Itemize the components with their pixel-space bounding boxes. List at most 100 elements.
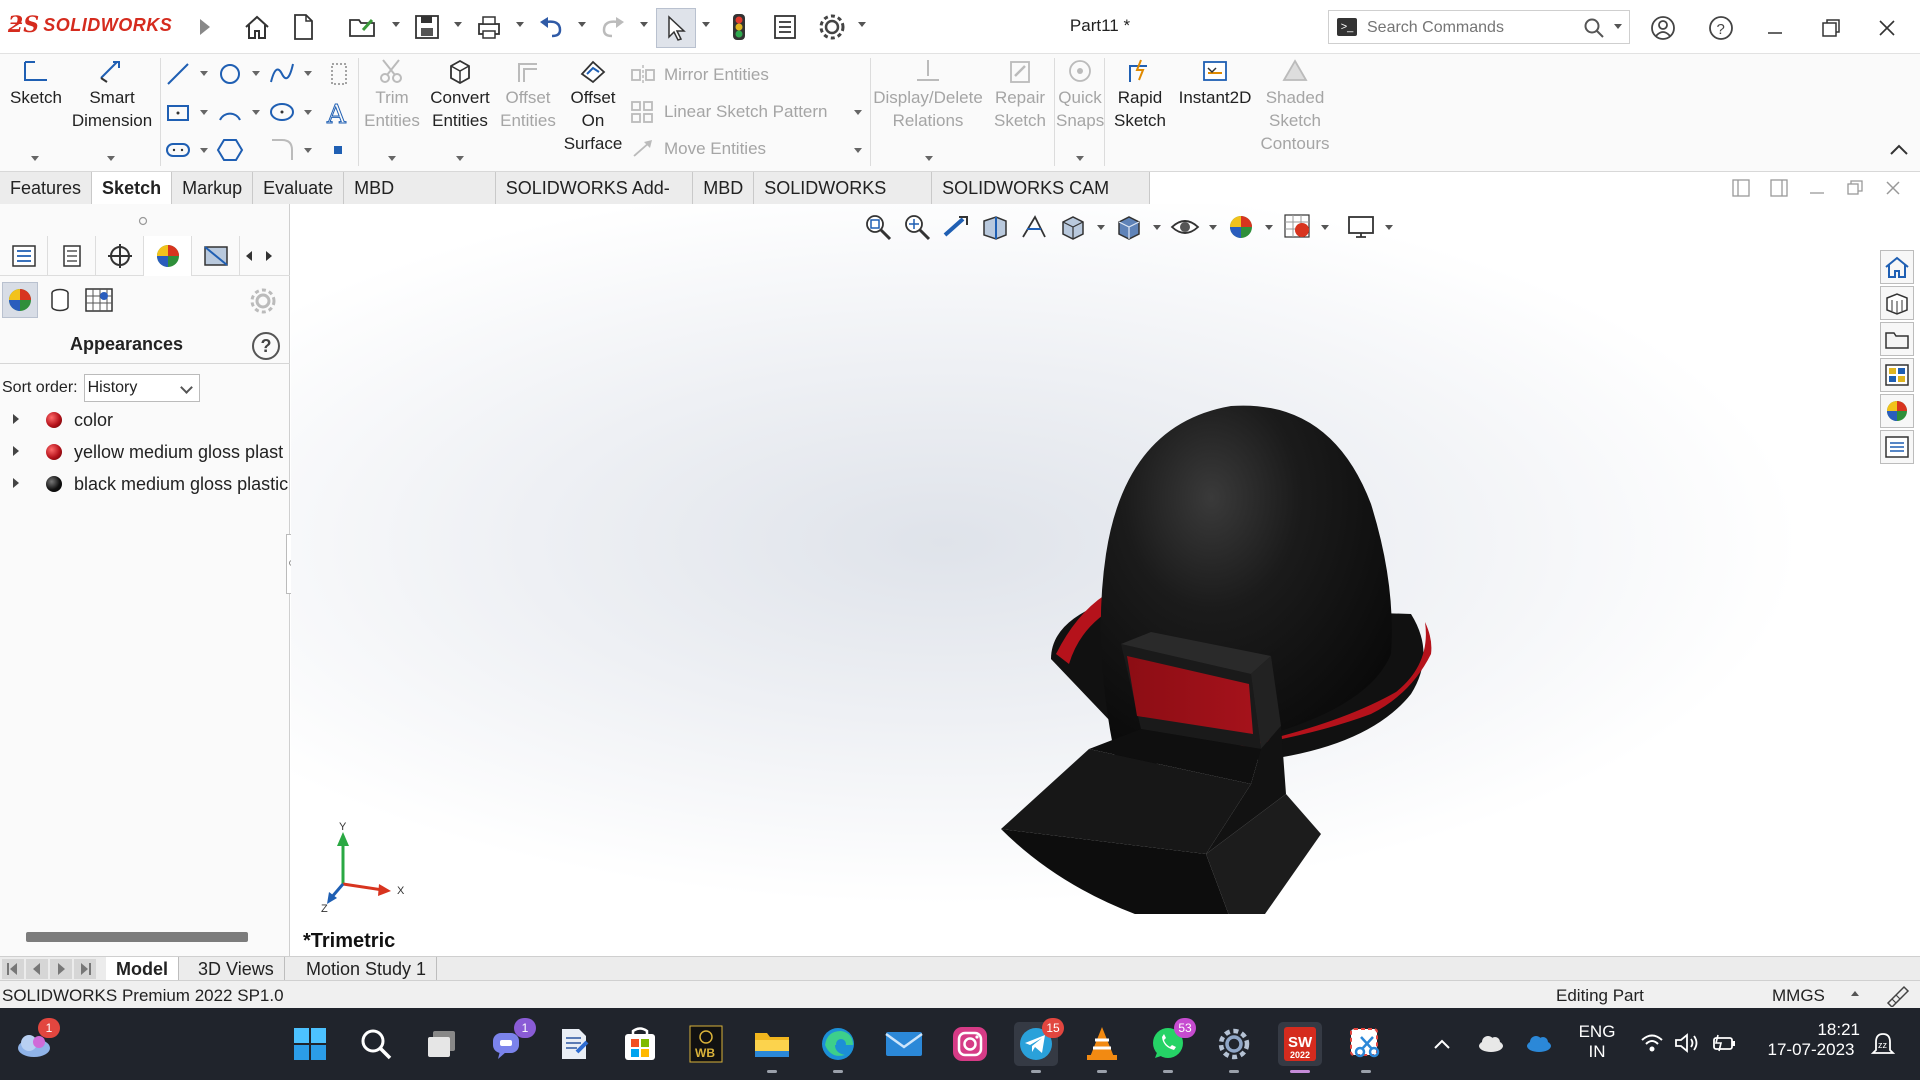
circle-dropdown-caret[interactable] xyxy=(252,71,260,76)
tab-solidworks-cam-tbm[interactable]: SOLIDWORKS CAM TBM xyxy=(932,172,1150,230)
quick-tips-icon[interactable] xyxy=(1884,983,1910,1007)
settings-button[interactable] xyxy=(1212,1022,1256,1073)
scroll-right-icon[interactable] xyxy=(264,250,274,262)
tab-3d-views[interactable]: 3D Views xyxy=(188,957,285,981)
dynamic-annotation-icon[interactable] xyxy=(1019,212,1049,242)
sketch-dropdown-caret[interactable] xyxy=(31,156,39,161)
taskbar-search-button[interactable] xyxy=(354,1022,398,1066)
mirror-entities-button[interactable]: Mirror Entities xyxy=(630,64,769,86)
tab-features[interactable]: Features xyxy=(0,172,93,204)
open-folder-icon[interactable] xyxy=(348,12,378,42)
tab-evaluate[interactable]: Evaluate xyxy=(253,172,345,204)
redo-icon[interactable] xyxy=(598,12,628,42)
solidworks-logo[interactable]: ƻS SOLIDWORKS xyxy=(8,10,172,40)
whatsapp-button[interactable]: 53 xyxy=(1146,1018,1196,1073)
units-caret-icon[interactable] xyxy=(1850,989,1860,999)
scroll-left-icon[interactable] xyxy=(244,250,254,262)
file-properties-icon[interactable] xyxy=(770,12,800,42)
trim-entities-button[interactable]: Trim Entities xyxy=(360,58,424,132)
teams-chat-button[interactable]: 1 xyxy=(486,1018,536,1066)
save-icon[interactable] xyxy=(412,12,442,42)
slot-dropdown-caret[interactable] xyxy=(200,148,208,153)
fillet-icon[interactable] xyxy=(268,136,296,164)
rebuild-icon[interactable] xyxy=(724,12,754,42)
language-indicator[interactable]: ENG IN xyxy=(1576,1022,1618,1062)
appearance-item[interactable]: color xyxy=(0,406,290,434)
custom-properties-icon[interactable] xyxy=(1880,430,1914,464)
slot-icon[interactable] xyxy=(164,136,192,164)
panel-grip-icon[interactable] xyxy=(138,216,148,226)
zoom-to-area-icon[interactable] xyxy=(902,212,932,242)
linear-sketch-pattern-button[interactable]: Linear Sketch Pattern xyxy=(630,100,827,124)
ellipse-dropdown-caret[interactable] xyxy=(304,110,312,115)
tab-sketch[interactable]: Sketch xyxy=(92,172,173,204)
first-tab-icon[interactable] xyxy=(2,959,24,979)
cam-manager-tab[interactable] xyxy=(192,236,240,276)
arc-dropdown-caret[interactable] xyxy=(252,110,260,115)
search-input[interactable] xyxy=(1367,17,1567,39)
home-icon[interactable] xyxy=(242,12,272,42)
undo-icon[interactable] xyxy=(536,12,566,42)
search-icon[interactable] xyxy=(1583,17,1605,39)
relations-dropdown-caret[interactable] xyxy=(925,156,933,161)
microsoft-store-button[interactable] xyxy=(618,1022,662,1066)
line-icon[interactable] xyxy=(164,60,192,88)
expand-arrow-icon[interactable] xyxy=(13,414,19,424)
undo-dropdown-caret[interactable] xyxy=(578,22,586,27)
onedrive-cloud-icon[interactable] xyxy=(1524,1032,1554,1054)
clock[interactable]: 18:21 17-07-2023 xyxy=(1756,1020,1866,1060)
circle-icon[interactable] xyxy=(216,60,244,88)
next-tab-icon[interactable] xyxy=(50,959,72,979)
repair-sketch-button[interactable]: Repair Sketch xyxy=(986,58,1054,132)
tab-solidworks-add-ins[interactable]: SOLIDWORKS Add-Ins xyxy=(495,172,694,230)
help-question-icon[interactable]: ? xyxy=(252,332,280,360)
pattern-dropdown-caret[interactable] xyxy=(854,110,862,115)
feature-manager-tab[interactable] xyxy=(0,236,48,276)
sort-order-select[interactable]: History xyxy=(83,374,200,402)
print-icon[interactable] xyxy=(474,12,504,42)
notepad-button[interactable] xyxy=(552,1022,596,1066)
tab-mbd-dimensions[interactable]: MBD Dimensions xyxy=(344,172,496,230)
line-dropdown-caret[interactable] xyxy=(200,71,208,76)
wifi-icon[interactable] xyxy=(1640,1032,1664,1054)
search-commands-box[interactable]: >_ xyxy=(1328,10,1630,44)
minimize-window-icon[interactable] xyxy=(1760,14,1790,42)
zoom-to-fit-icon[interactable] xyxy=(863,212,893,242)
edge-browser-button[interactable] xyxy=(816,1022,860,1073)
apply-scene-icon[interactable] xyxy=(1282,212,1312,242)
doc-close-icon[interactable] xyxy=(1884,179,1902,197)
doc-minimize-icon[interactable] xyxy=(1808,179,1826,197)
rapid-sketch-button[interactable]: Rapid Sketch xyxy=(1108,58,1172,132)
display-manager-tab[interactable] xyxy=(144,236,192,276)
section-view-icon[interactable] xyxy=(980,212,1010,242)
decals-icon[interactable] xyxy=(46,286,74,314)
appearance-item[interactable]: yellow medium gloss plast xyxy=(0,438,290,466)
search-dropdown-caret[interactable] xyxy=(1614,24,1622,29)
convert-dropdown-caret[interactable] xyxy=(456,156,464,161)
expand-arrow-icon[interactable] xyxy=(13,478,19,488)
start-button[interactable] xyxy=(288,1022,332,1066)
solidworks-taskbar-button[interactable]: SW 2022 xyxy=(1278,1022,1322,1073)
tab-solidworks-cam[interactable]: SOLIDWORKS CAM xyxy=(754,172,933,230)
move-dropdown-caret[interactable] xyxy=(854,148,862,153)
smart-dimension-dropdown-caret[interactable] xyxy=(107,156,115,161)
offset-entities-button[interactable]: Offset Entities xyxy=(496,58,560,132)
show-hidden-icons-chevron[interactable] xyxy=(1432,1036,1452,1052)
new-document-icon[interactable] xyxy=(288,12,318,42)
arc-icon[interactable] xyxy=(216,98,244,126)
collapse-ribbon-icon[interactable] xyxy=(1888,142,1910,158)
orientation-dropdown-caret[interactable] xyxy=(1097,224,1105,230)
smart-dimension-button[interactable]: Smart Dimension xyxy=(68,58,156,132)
scene-icon[interactable] xyxy=(84,286,114,314)
expand-arrow-icon[interactable] xyxy=(13,446,19,456)
text-icon[interactable]: A xyxy=(324,98,352,127)
helmet-model[interactable] xyxy=(851,354,1451,914)
solidworks-resources-home-icon[interactable] xyxy=(1880,250,1914,284)
select-dropdown-caret[interactable] xyxy=(702,22,710,27)
display-delete-relations-button[interactable]: Display/Delete Relations xyxy=(872,58,984,132)
display-style-icon[interactable] xyxy=(1114,212,1144,242)
graphics-area[interactable]: Y X Z *Trimetric xyxy=(291,204,1920,956)
spline-icon[interactable] xyxy=(268,60,296,88)
design-library-icon[interactable] xyxy=(1880,286,1914,320)
snipping-tool-button[interactable] xyxy=(1344,1022,1388,1073)
